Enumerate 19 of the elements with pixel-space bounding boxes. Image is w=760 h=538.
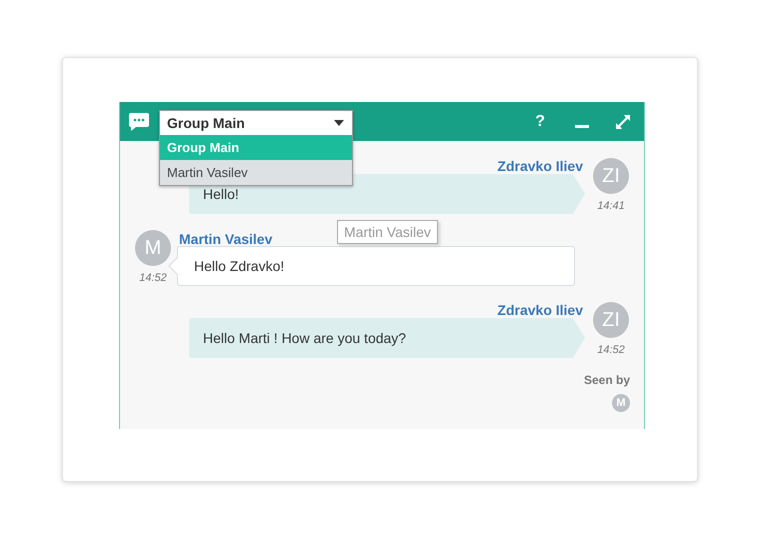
conversation-select[interactable]: Group Main xyxy=(160,111,352,135)
message-time: 14:52 xyxy=(139,272,167,284)
tooltip: Martin Vasilev xyxy=(337,220,438,244)
seen-avatar: M xyxy=(612,394,630,412)
conversation-dropdown[interactable]: Group Main Group Main Martin Vasilev xyxy=(159,110,353,186)
chat-icon[interactable] xyxy=(128,112,150,132)
message-time: 14:41 xyxy=(597,200,625,212)
expand-icon[interactable] xyxy=(615,114,631,130)
sender-name: Zdravko Iliev xyxy=(497,302,583,318)
caret-icon xyxy=(334,120,344,126)
avatar: ZI xyxy=(593,302,629,338)
message-time: 14:52 xyxy=(597,344,625,356)
seen-by-label: Seen by xyxy=(584,373,630,387)
dropdown-option[interactable]: Martin Vasilev xyxy=(160,160,352,185)
sender-name: Zdravko Iliev xyxy=(497,158,583,174)
avatar: ZI xyxy=(593,158,629,194)
message-bubble: Hello Marti ! How are you today? xyxy=(189,318,585,358)
avatar: M xyxy=(135,230,171,266)
sender-name: Martin Vasilev xyxy=(179,232,272,246)
